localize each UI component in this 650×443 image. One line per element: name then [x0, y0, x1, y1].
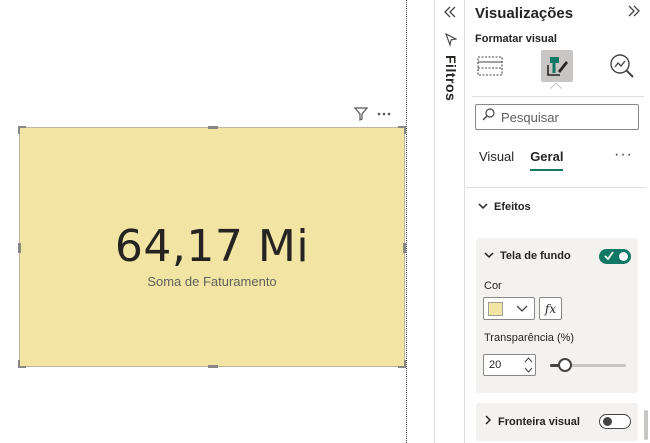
expand-right-icon[interactable] [626, 2, 642, 25]
resize-handle-top-right[interactable] [398, 126, 406, 134]
page-boundary [406, 0, 407, 443]
toggle-knob [603, 417, 612, 426]
pane-scrollbar[interactable] [644, 410, 648, 440]
collapse-left-icon[interactable] [442, 3, 458, 26]
background-section-header[interactable]: Tela de fundo [484, 250, 571, 262]
border-toggle[interactable] [599, 414, 631, 429]
background-settings-card: Tela de fundo Cor fx Transparência (%) 2… [476, 238, 638, 393]
section-effects-label: Efeitos [494, 201, 531, 213]
filters-label[interactable]: Filtros [443, 55, 459, 101]
search-icon [482, 108, 495, 126]
more-options-icon[interactable] [376, 107, 392, 123]
resize-handle-bottom-right[interactable] [398, 360, 406, 368]
visualizations-pane: Visualizações Formatar visual Pesquisar … [466, 0, 650, 443]
format-visual-icon[interactable] [541, 50, 573, 82]
search-placeholder: Pesquisar [501, 109, 559, 125]
selection-pointer [550, 83, 562, 89]
transparency-slider[interactable] [550, 358, 626, 372]
section-effects-header[interactable]: Efeitos [478, 201, 531, 213]
search-input[interactable]: Pesquisar [475, 104, 639, 130]
chevron-down-icon [484, 250, 494, 262]
report-canvas[interactable]: 64,17 Mi Soma de Faturamento [0, 0, 407, 443]
resize-handle-bottom[interactable] [208, 365, 218, 368]
card-value: 64,17 Mi [114, 221, 310, 272]
tab-general[interactable]: Geral [530, 149, 564, 171]
tab-visual[interactable]: Visual [479, 149, 514, 171]
transparency-label: Transparência (%) [484, 332, 575, 344]
spinner-icon[interactable] [524, 356, 533, 377]
background-toggle[interactable] [599, 249, 631, 264]
background-section-label: Tela de fundo [500, 250, 571, 262]
chevron-down-icon [478, 201, 488, 213]
divider [472, 96, 644, 97]
pane-mode-switcher [466, 50, 650, 90]
divider [466, 187, 646, 188]
resize-handle-bottom-left[interactable] [18, 360, 26, 368]
card-visual[interactable]: 64,17 Mi Soma de Faturamento [18, 126, 406, 368]
format-tabs: Visual Geral [479, 149, 564, 171]
conditional-format-button[interactable]: fx [539, 297, 562, 320]
color-label: Cor [484, 280, 502, 292]
filter-icon[interactable] [353, 107, 369, 123]
border-section-header[interactable]: Fronteira visual [484, 415, 580, 428]
pane-subtitle: Formatar visual [475, 33, 557, 45]
check-icon [604, 249, 614, 266]
resize-handle-left[interactable] [18, 243, 21, 253]
pane-title: Visualizações [475, 5, 574, 22]
more-options-icon[interactable]: ··· [614, 146, 633, 164]
color-picker-dropdown[interactable] [483, 297, 535, 320]
analytics-icon[interactable] [606, 50, 638, 82]
border-section-label: Fronteira visual [498, 415, 580, 428]
resize-handle-top-left[interactable] [18, 126, 26, 134]
transparency-input[interactable]: 20 [483, 354, 536, 376]
resize-handle-top[interactable] [208, 126, 218, 129]
card-label: Soma de Faturamento [147, 274, 277, 289]
toggle-knob [619, 252, 628, 261]
visual-header [353, 106, 404, 124]
transparency-value: 20 [489, 359, 502, 371]
filters-pane[interactable]: Filtros [434, 0, 465, 443]
border-settings-card: Fronteira visual [476, 403, 638, 441]
chevron-down-icon [516, 301, 528, 318]
build-visual-icon[interactable] [474, 50, 506, 82]
slider-thumb[interactable] [558, 358, 573, 372]
chevron-right-icon [484, 415, 492, 428]
color-swatch [488, 302, 503, 316]
funnel-icon [445, 32, 458, 50]
